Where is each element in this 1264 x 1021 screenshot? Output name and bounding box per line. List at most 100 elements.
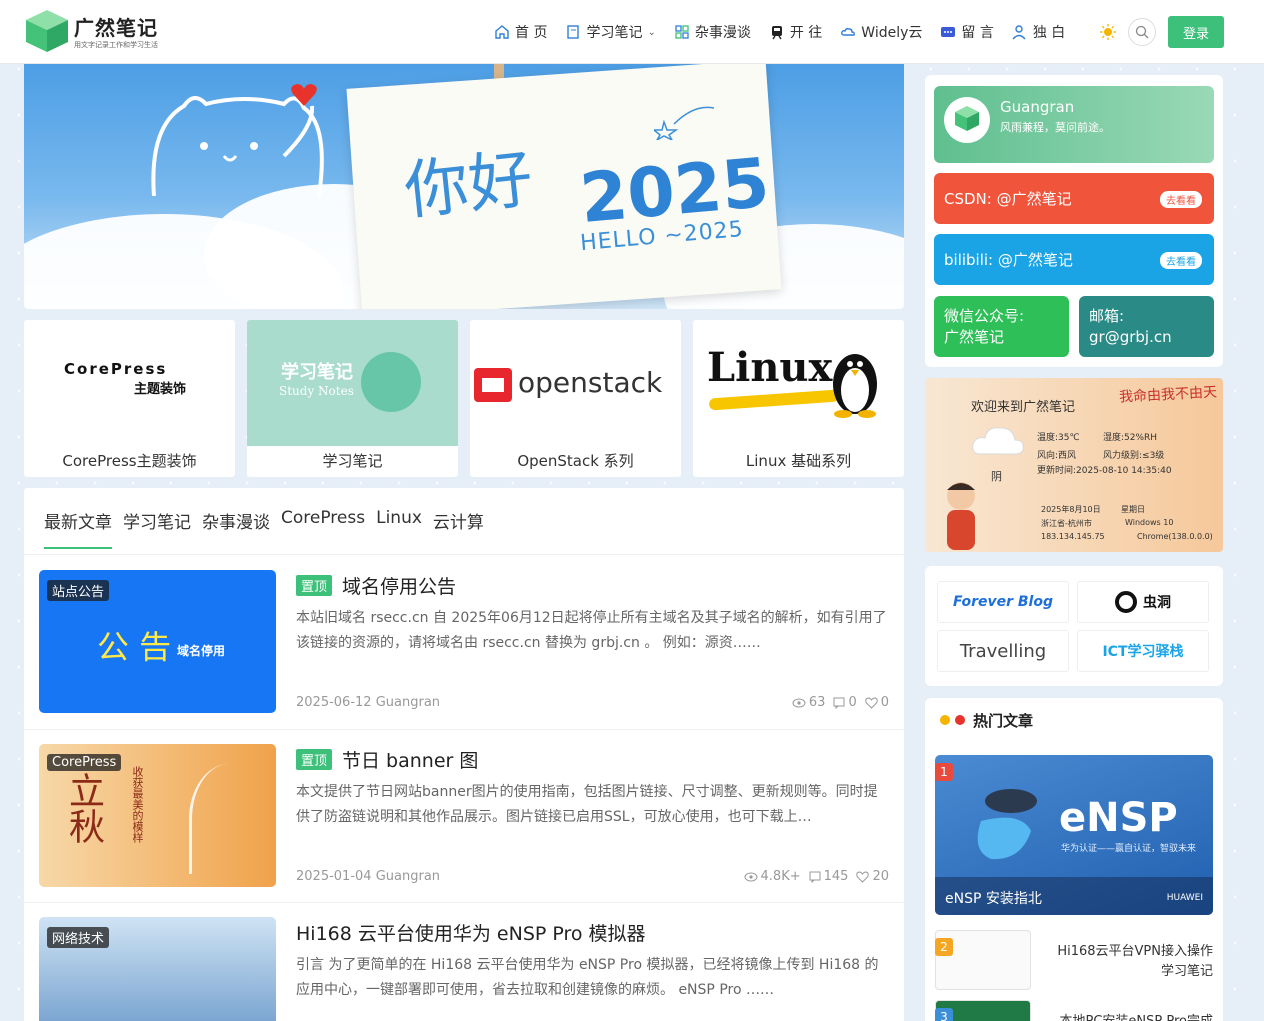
hot-featured[interactable]: eNSP 华为认证——赢自认证，智驭未来 eNSP 安装指北 HUAWEI 1 bbox=[935, 755, 1213, 915]
nav-widely-cloud[interactable]: Widely云 bbox=[840, 22, 922, 42]
avatar bbox=[944, 97, 990, 143]
email-card[interactable]: 邮箱: gr@grbj.cn bbox=[1079, 296, 1214, 357]
tab-cloud[interactable]: 云计算 bbox=[433, 508, 484, 549]
rank-badge: 1 bbox=[935, 763, 953, 781]
profile-card[interactable]: Guangran 风雨兼程，莫问前途。 bbox=[934, 86, 1214, 163]
cloudy-icon bbox=[972, 427, 1024, 455]
comment-icon bbox=[809, 871, 821, 883]
card-study-notes[interactable]: 学习笔记 Study Notes 学习笔记 bbox=[247, 320, 458, 477]
post-meta: 2025-06-12 Guangran bbox=[296, 695, 441, 710]
sun-icon[interactable] bbox=[1100, 24, 1116, 40]
hot-item-title: 本地PC安装eNSP Pro完成 bbox=[1060, 1010, 1214, 1021]
post-title[interactable]: 置顶 域名停用公告 bbox=[296, 572, 456, 599]
card-label: OpenStack 系列 bbox=[517, 452, 634, 470]
post-title[interactable]: 置顶 节日 banner 图 bbox=[296, 746, 478, 773]
card-openstack[interactable]: openstack OpenStack 系列 bbox=[470, 320, 681, 477]
weather-title: 欢迎来到广然笔记 bbox=[971, 400, 1076, 415]
search-button[interactable] bbox=[1128, 18, 1156, 46]
card-linux[interactable]: Linux Linux 基础系列 bbox=[693, 320, 904, 477]
card-label: Linux 基础系列 bbox=[745, 452, 852, 470]
card-thumb: openstack bbox=[470, 320, 681, 446]
pinned-tag: 置顶 bbox=[296, 575, 333, 596]
huawei-logo: HUAWEI bbox=[1166, 893, 1203, 903]
post-item[interactable]: 网络技术 Hi168 云平台使用华为 eNSP Pro 模拟器 引言 为了更简单… bbox=[39, 917, 889, 1021]
post-thumbnail[interactable]: 立秋 收获最美的模样 CorePress bbox=[39, 744, 276, 887]
card-corepress[interactable]: CorePress 主题装饰 CorePress主题装饰 bbox=[24, 320, 235, 477]
card-thumb: 学习笔记 Study Notes bbox=[247, 320, 458, 446]
nav-travel[interactable]: 开 往 bbox=[769, 22, 822, 42]
wechat-card[interactable]: 微信公众号: 广然笔记 bbox=[934, 296, 1069, 357]
ensp-logo-icon bbox=[977, 789, 1037, 860]
post-item[interactable]: 立秋 收获最美的模样 CorePress 置顶 节日 banner 图 本文提供… bbox=[39, 744, 889, 887]
tab-misc[interactable]: 杂事漫谈 bbox=[202, 508, 270, 549]
friend-link[interactable]: Travelling bbox=[937, 630, 1069, 672]
card-label: 学习笔记 bbox=[322, 452, 383, 470]
hot-item[interactable]: 3 本地PC安装eNSP Pro完成 bbox=[935, 1000, 1213, 1021]
hot-item-title: Hi168云平台VPN接入操作 bbox=[1057, 944, 1213, 959]
banner-watermark: 广然笔记 bbox=[36, 285, 92, 301]
divider bbox=[24, 554, 904, 555]
post-thumbnail[interactable]: 网络技术 bbox=[39, 917, 276, 1021]
csdn-link[interactable]: CSDN: @广然笔记 去看看 bbox=[934, 173, 1214, 224]
notebook-icon bbox=[567, 25, 580, 39]
swoosh-shape bbox=[708, 389, 840, 411]
hot-caption: eNSP 安装指北 HUAWEI bbox=[935, 877, 1213, 915]
article-tabs: 最新文章 学习笔记 杂事漫谈 CorePress Linux 云计算 bbox=[44, 508, 484, 549]
category-cards: CorePress 主题装饰 CorePress主题装饰 学习笔记 Study … bbox=[24, 320, 904, 477]
site-header: 广然笔记 用文字记录工作和学习生活 首 页 学习笔记 ⌄ 杂事漫谈 开 往 Wi… bbox=[0, 0, 1264, 64]
eye-icon bbox=[792, 698, 806, 707]
nav-home[interactable]: 首 页 bbox=[494, 22, 547, 42]
divider bbox=[24, 729, 904, 730]
site-logo[interactable]: 广然笔记 用文字记录工作和学习生活 bbox=[24, 6, 174, 56]
hot-item[interactable]: 2 Hi168云平台VPN接入操作 学习笔记 bbox=[935, 930, 1213, 990]
cube-logo-icon bbox=[26, 10, 68, 52]
hot-item-category: 学习笔记 bbox=[1160, 964, 1213, 979]
card-thumb: Linux bbox=[693, 320, 904, 446]
friend-link[interactable]: 虫洞 bbox=[1077, 581, 1209, 623]
go-button[interactable]: 去看看 bbox=[1160, 191, 1202, 208]
site-slogan: 用文字记录工作和学习生活 bbox=[74, 41, 158, 49]
nav-misc[interactable]: 杂事漫谈 bbox=[674, 22, 751, 42]
profile-name: Guangran bbox=[1000, 98, 1075, 116]
laptop-icon bbox=[361, 352, 421, 412]
tab-latest[interactable]: 最新文章 bbox=[44, 508, 112, 549]
dot-icon bbox=[940, 715, 950, 725]
tab-corepress[interactable]: CorePress bbox=[281, 508, 365, 549]
post-excerpt: 本站旧域名 rsecc.cn 自 2025年06月12日起将停止所有主域名及其子… bbox=[296, 610, 887, 651]
card-thumb: CorePress 主题装饰 bbox=[24, 320, 235, 446]
pinned-tag: 置顶 bbox=[296, 749, 333, 770]
weather-widget: 欢迎来到广然笔记 我命由我不由天 阴 温度:35℃ 湿度:52%RH 风向:西风… bbox=[925, 378, 1223, 552]
heart-outline-icon bbox=[864, 696, 878, 709]
grid-icon bbox=[675, 25, 689, 39]
tab-linux[interactable]: Linux bbox=[376, 508, 422, 549]
post-excerpt: 本文提供了节日网站banner图片的使用指南，包括图片链接、尺寸调整、更新规则等… bbox=[296, 784, 878, 825]
nav-guestbook[interactable]: 留 言 bbox=[940, 22, 994, 42]
post-stats: 4.8K+ 145 20 bbox=[744, 869, 889, 884]
friend-link[interactable]: Forever Blog bbox=[937, 581, 1069, 623]
profile-desc: 风雨兼程，莫问前途。 bbox=[1000, 121, 1110, 134]
weather-slogan: 我命由我不由天 bbox=[1118, 384, 1218, 406]
go-button[interactable]: 去看看 bbox=[1160, 252, 1202, 269]
post-item[interactable]: 公 告 域名停用 站点公告 置顶 域名停用公告 本站旧域名 rsecc.cn 自… bbox=[39, 570, 889, 713]
user-icon bbox=[1012, 25, 1026, 40]
tab-study-notes[interactable]: 学习笔记 bbox=[123, 508, 191, 549]
dot-icon bbox=[955, 715, 965, 725]
category-badge[interactable]: CorePress bbox=[47, 754, 122, 771]
train-icon bbox=[771, 26, 782, 40]
nav-notes[interactable]: 学习笔记 ⌄ bbox=[565, 22, 656, 42]
chevron-down-icon: ⌄ bbox=[647, 26, 656, 38]
friend-link[interactable]: ICT学习驿栈 bbox=[1077, 630, 1209, 672]
hero-banner[interactable]: 你好 2025 HELLO ~2025 广然笔记 bbox=[24, 64, 904, 309]
eye-icon bbox=[744, 872, 758, 881]
login-button[interactable]: 登录 bbox=[1168, 16, 1224, 48]
site-name: 广然笔记 bbox=[74, 16, 158, 40]
nav-monologue[interactable]: 独 白 bbox=[1012, 22, 1065, 42]
post-thumbnail[interactable]: 公 告 域名停用 站点公告 bbox=[39, 570, 276, 713]
bilibili-link[interactable]: bilibili: @广然笔记 去看看 bbox=[934, 234, 1214, 285]
rank-badge: 2 bbox=[935, 938, 953, 956]
category-badge[interactable]: 站点公告 bbox=[47, 580, 110, 601]
wormhole-icon bbox=[1115, 591, 1137, 613]
post-title[interactable]: Hi168 云平台使用华为 eNSP Pro 模拟器 bbox=[296, 919, 646, 946]
rank-badge: 3 bbox=[935, 1008, 953, 1021]
category-badge[interactable]: 网络技术 bbox=[47, 927, 110, 948]
